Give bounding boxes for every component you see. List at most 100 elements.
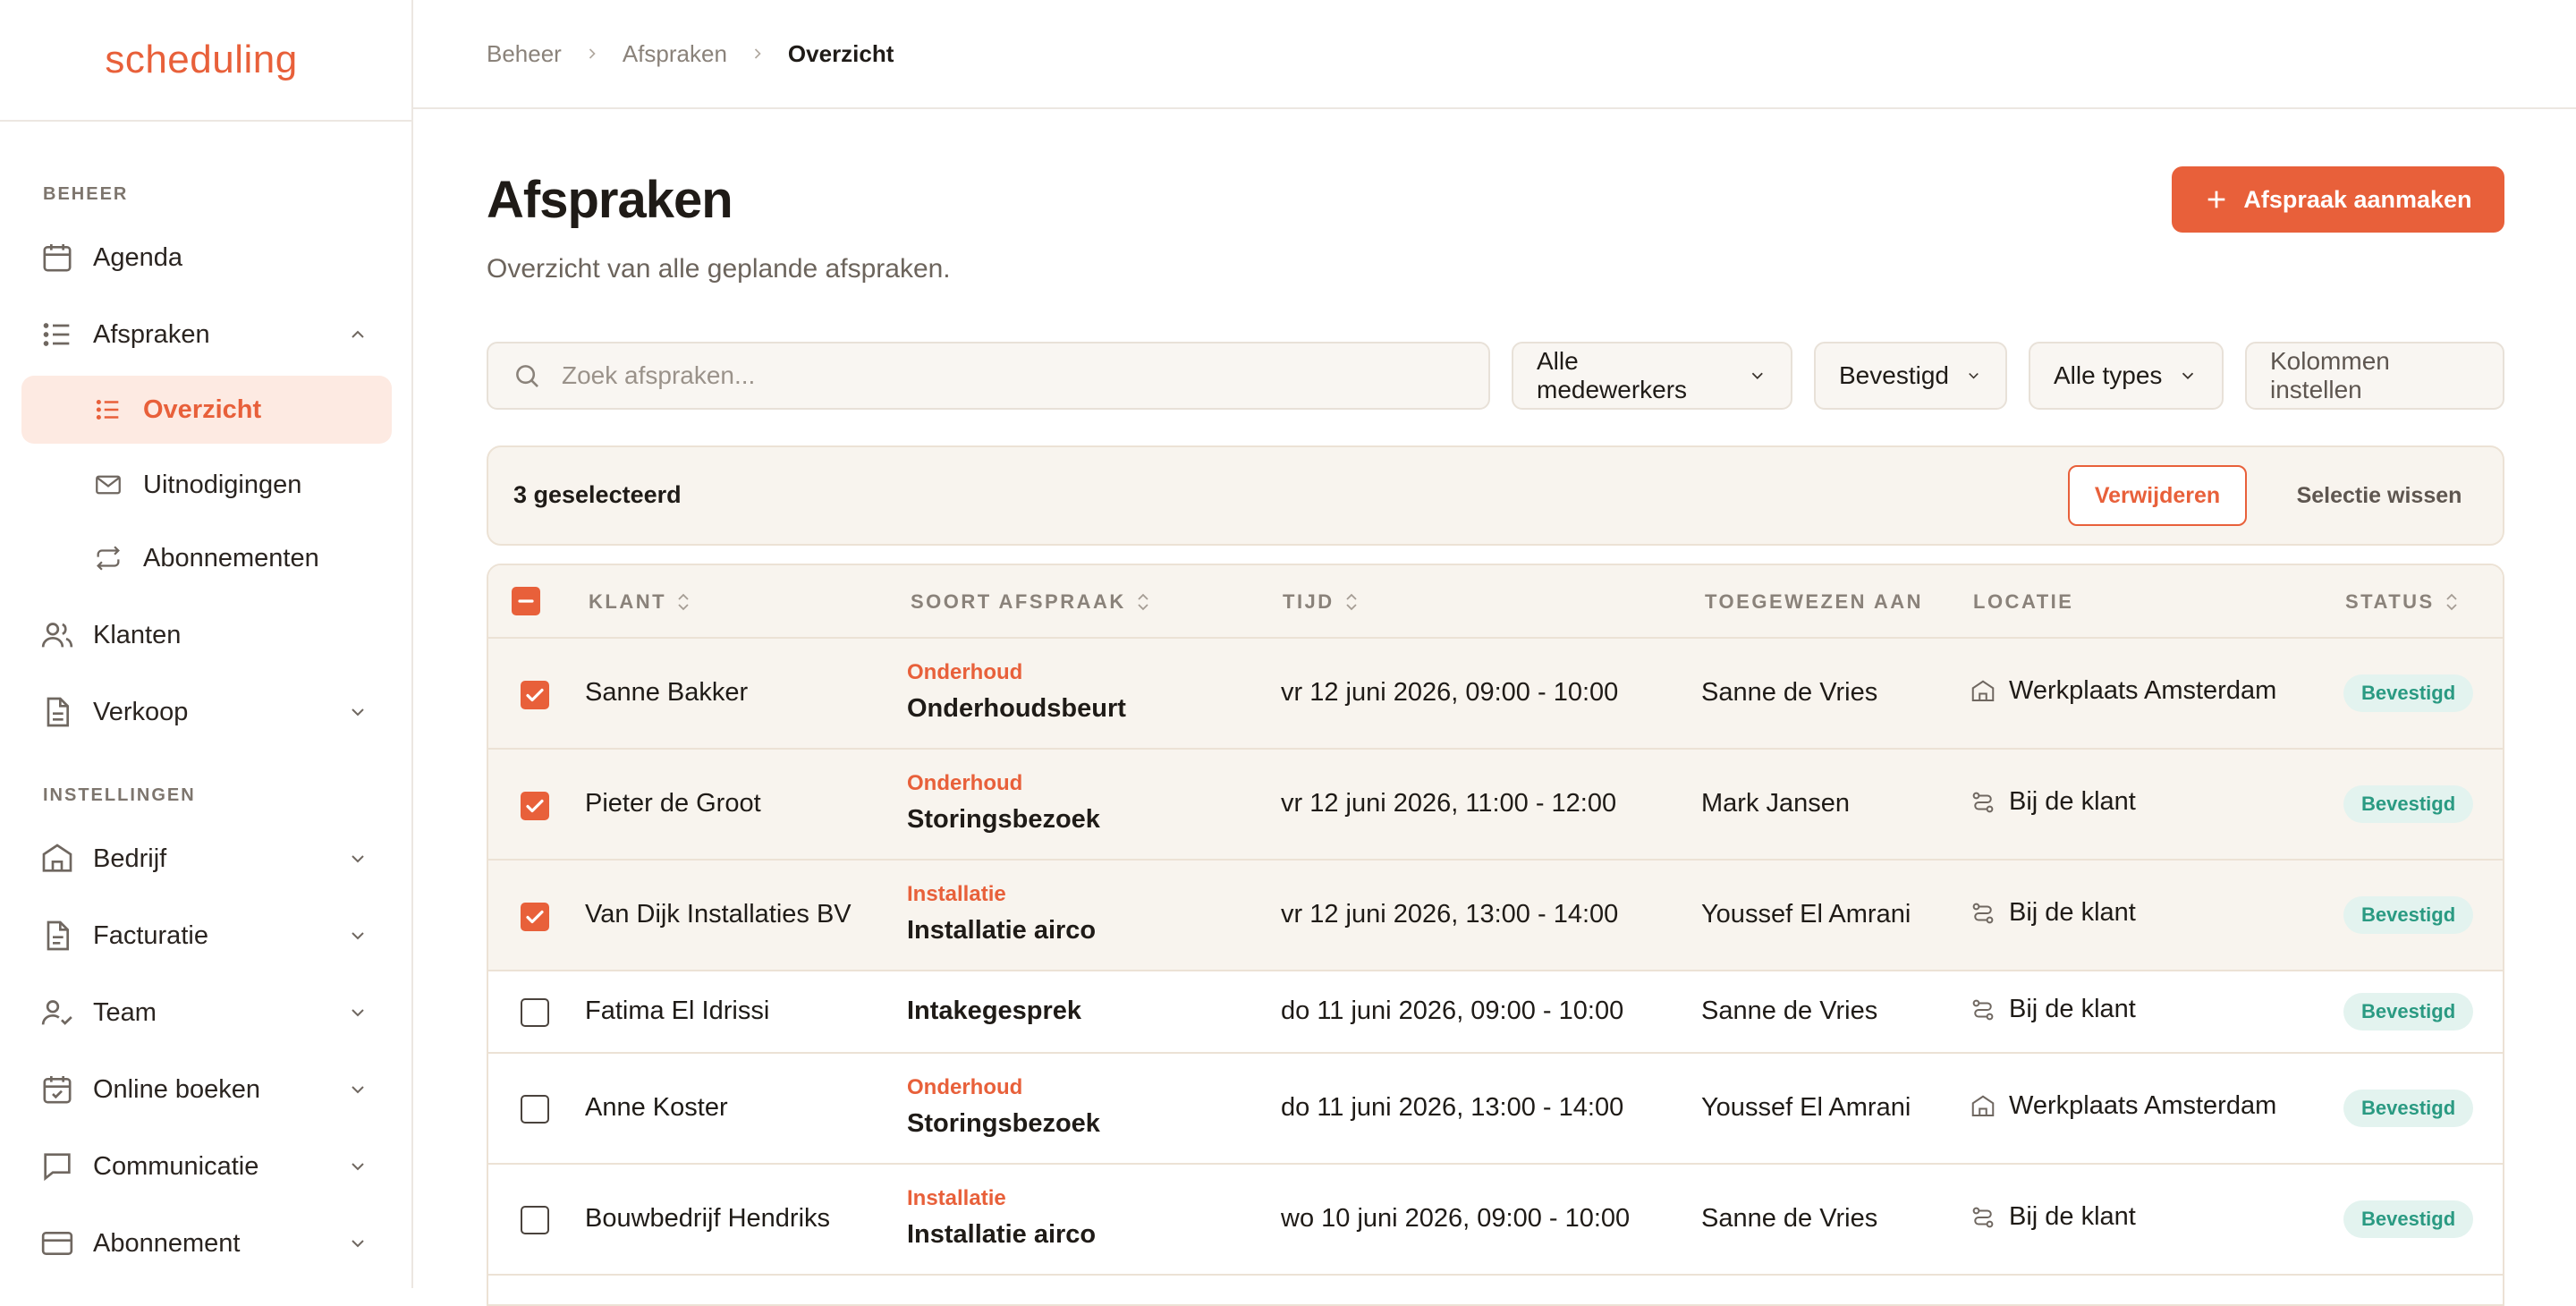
select-all-checkbox[interactable] xyxy=(512,587,540,615)
row-checkbox[interactable] xyxy=(521,998,549,1027)
chevron-down-icon xyxy=(352,1009,364,1017)
sidebar-item-label: Bedrijf xyxy=(93,844,167,873)
sidebar-item-label: Overzicht xyxy=(143,394,262,424)
cell-soort: Storingsbezoek xyxy=(907,1109,1100,1138)
sidebar-item-uitnodigingen[interactable]: Uitnodigingen xyxy=(21,451,392,519)
cell-categorie: Onderhoud xyxy=(907,771,1023,795)
columns-settings-button[interactable]: Kolommen instellen xyxy=(2245,342,2504,410)
sidebar-item-agenda[interactable]: Agenda xyxy=(21,224,392,292)
table-row[interactable]: Pieter de Groot Onderhoud Storingsbezoek… xyxy=(488,750,2503,861)
search-input[interactable] xyxy=(560,360,1368,391)
create-appointment-button[interactable]: Afspraak aanmaken xyxy=(2172,166,2504,233)
cell-locatie: Werkplaats Amsterdam xyxy=(1970,1091,2276,1121)
list-icon xyxy=(96,399,119,420)
sidebar-item-communicatie[interactable]: Communicatie xyxy=(21,1132,392,1200)
filter-medewerkers[interactable]: Alle medewerkers xyxy=(1512,342,1792,410)
table-row[interactable]: Fatima El Idrissi Intakegesprek do 11 ju… xyxy=(488,971,2503,1054)
cell-tijd: wo 10 juni 2026, 09:00 - 10:00 xyxy=(1281,1204,1631,1233)
row-checkbox[interactable] xyxy=(521,903,549,931)
sidebar-item-facturatie[interactable]: Facturatie xyxy=(21,902,392,970)
logo-area: scheduling xyxy=(0,0,411,122)
sidebar-item-bedrijf[interactable]: Bedrijf xyxy=(21,825,392,893)
column-header-soort[interactable]: SOORT AFSPRAAK xyxy=(911,590,1151,614)
route-icon xyxy=(1972,903,1994,923)
clear-selection-button[interactable]: Selectie wissen xyxy=(2277,465,2481,526)
delete-selected-button[interactable]: Verwijderen xyxy=(2068,465,2247,526)
column-header-label: LOCATIE xyxy=(1973,590,2074,613)
status-badge: Bevestigd xyxy=(2343,896,2474,934)
building-icon xyxy=(1971,680,1995,701)
status-badge: Bevestigd xyxy=(2343,785,2474,823)
column-header-toegewezen: TOEGEWEZEN AAN xyxy=(1705,590,1923,614)
breadcrumb-item-beheer[interactable]: Beheer xyxy=(487,40,562,68)
cell-locatie-label: Werkplaats Amsterdam xyxy=(2009,676,2277,705)
users-icon xyxy=(41,623,73,648)
chevron-right-icon xyxy=(754,48,761,59)
cell-locatie: Werkplaats Amsterdam xyxy=(1970,676,2276,706)
route-icon xyxy=(1972,1207,1994,1227)
invoice-icon xyxy=(47,920,69,951)
cell-locatie-label: Bij de klant xyxy=(2009,898,2136,927)
sidebar-item-abonnement[interactable]: Abonnement xyxy=(21,1209,392,1277)
sidebar-item-afspraken[interactable]: Afspraken xyxy=(21,301,392,369)
plus-icon xyxy=(2208,191,2225,208)
building-icon xyxy=(42,844,72,872)
table-row[interactable]: Van Dijk Installaties BV Installatie Ins… xyxy=(488,861,2503,971)
cell-locatie: Bij de klant xyxy=(1970,995,2136,1024)
sidebar-item-team[interactable]: Team xyxy=(21,979,392,1047)
column-header-klant[interactable]: KLANT xyxy=(589,590,691,614)
section-label-instellingen: INSTELLINGEN xyxy=(43,785,196,805)
sort-icon xyxy=(1138,593,1148,611)
sidebar-item-online-boeken[interactable]: Online boeken xyxy=(21,1056,392,1124)
sidebar-item-label: Online boeken xyxy=(93,1074,261,1104)
sidebar: scheduling BEHEER Agenda Afspraken Overz… xyxy=(0,0,413,1288)
cell-klant: Anne Koster xyxy=(585,1093,728,1122)
search-icon xyxy=(516,365,538,387)
cell-locatie-label: Werkplaats Amsterdam xyxy=(2009,1091,2277,1120)
sidebar-item-label: Klanten xyxy=(93,620,182,649)
cell-klant: Fatima El Idrissi xyxy=(585,996,770,1025)
check-icon xyxy=(526,910,544,924)
column-header-label: SOORT AFSPRAAK xyxy=(911,590,1126,613)
row-checkbox[interactable] xyxy=(521,1206,549,1234)
sidebar-item-verkoop[interactable]: Verkoop xyxy=(21,678,392,746)
row-checkbox[interactable] xyxy=(521,1095,549,1124)
sidebar-item-label: Afspraken xyxy=(93,319,210,349)
sidebar-item-klanten[interactable]: Klanten xyxy=(21,601,392,669)
table-row[interactable]: Anne Koster Onderhoud Storingsbezoek do … xyxy=(488,1054,2503,1165)
filter-types-label: Alle types xyxy=(2054,361,2163,389)
sidebar-item-overzicht[interactable]: Overzicht xyxy=(21,376,392,444)
columns-settings-label: Kolommen instellen xyxy=(2270,347,2390,403)
column-header-status[interactable]: STATUS xyxy=(2345,590,2460,614)
page-subtitle: Overzicht van alle geplande afspraken. xyxy=(487,254,951,284)
chevron-down-icon xyxy=(1752,372,1764,379)
table-row[interactable]: Sanne Bakker Onderhoud Onderhoudsbeurt v… xyxy=(488,639,2503,750)
building-icon xyxy=(1971,1095,1995,1116)
section-label-beheer: BEHEER xyxy=(43,184,129,204)
sidebar-item-label: Facturatie xyxy=(93,920,208,950)
cell-categorie: Installatie xyxy=(907,1186,1006,1210)
row-checkbox[interactable] xyxy=(521,792,549,820)
app-logo[interactable]: scheduling xyxy=(105,38,306,82)
chevron-up-icon xyxy=(352,330,364,338)
sidebar-item-label: Abonnement xyxy=(93,1228,241,1258)
table-row[interactable]: Bouwbedrijf Hendriks Installatie Install… xyxy=(488,1165,2503,1276)
column-header-label: TIJD xyxy=(1283,590,1335,613)
mail-icon xyxy=(96,475,121,495)
filter-status[interactable]: Bevestigd xyxy=(1814,342,2007,410)
chat-icon xyxy=(44,1153,71,1182)
chevron-down-icon xyxy=(352,932,364,940)
sidebar-item-label: Communicatie xyxy=(93,1151,259,1181)
cell-klant: Van Dijk Installaties BV xyxy=(585,900,852,929)
chevron-down-icon xyxy=(352,1240,364,1248)
sort-icon xyxy=(678,593,689,611)
row-checkbox[interactable] xyxy=(521,681,549,709)
column-header-tijd[interactable]: TIJD xyxy=(1283,590,1360,614)
check-icon xyxy=(526,799,544,813)
filter-types[interactable]: Alle types xyxy=(2029,342,2224,410)
breadcrumb-item-afspraken[interactable]: Afspraken xyxy=(623,40,727,68)
status-badge: Bevestigd xyxy=(2343,993,2474,1030)
cell-klant: Sanne Bakker xyxy=(585,678,749,707)
sidebar-item-label: Verkoop xyxy=(93,697,189,726)
sidebar-item-abonnementen[interactable]: Abonnementen xyxy=(21,524,392,592)
